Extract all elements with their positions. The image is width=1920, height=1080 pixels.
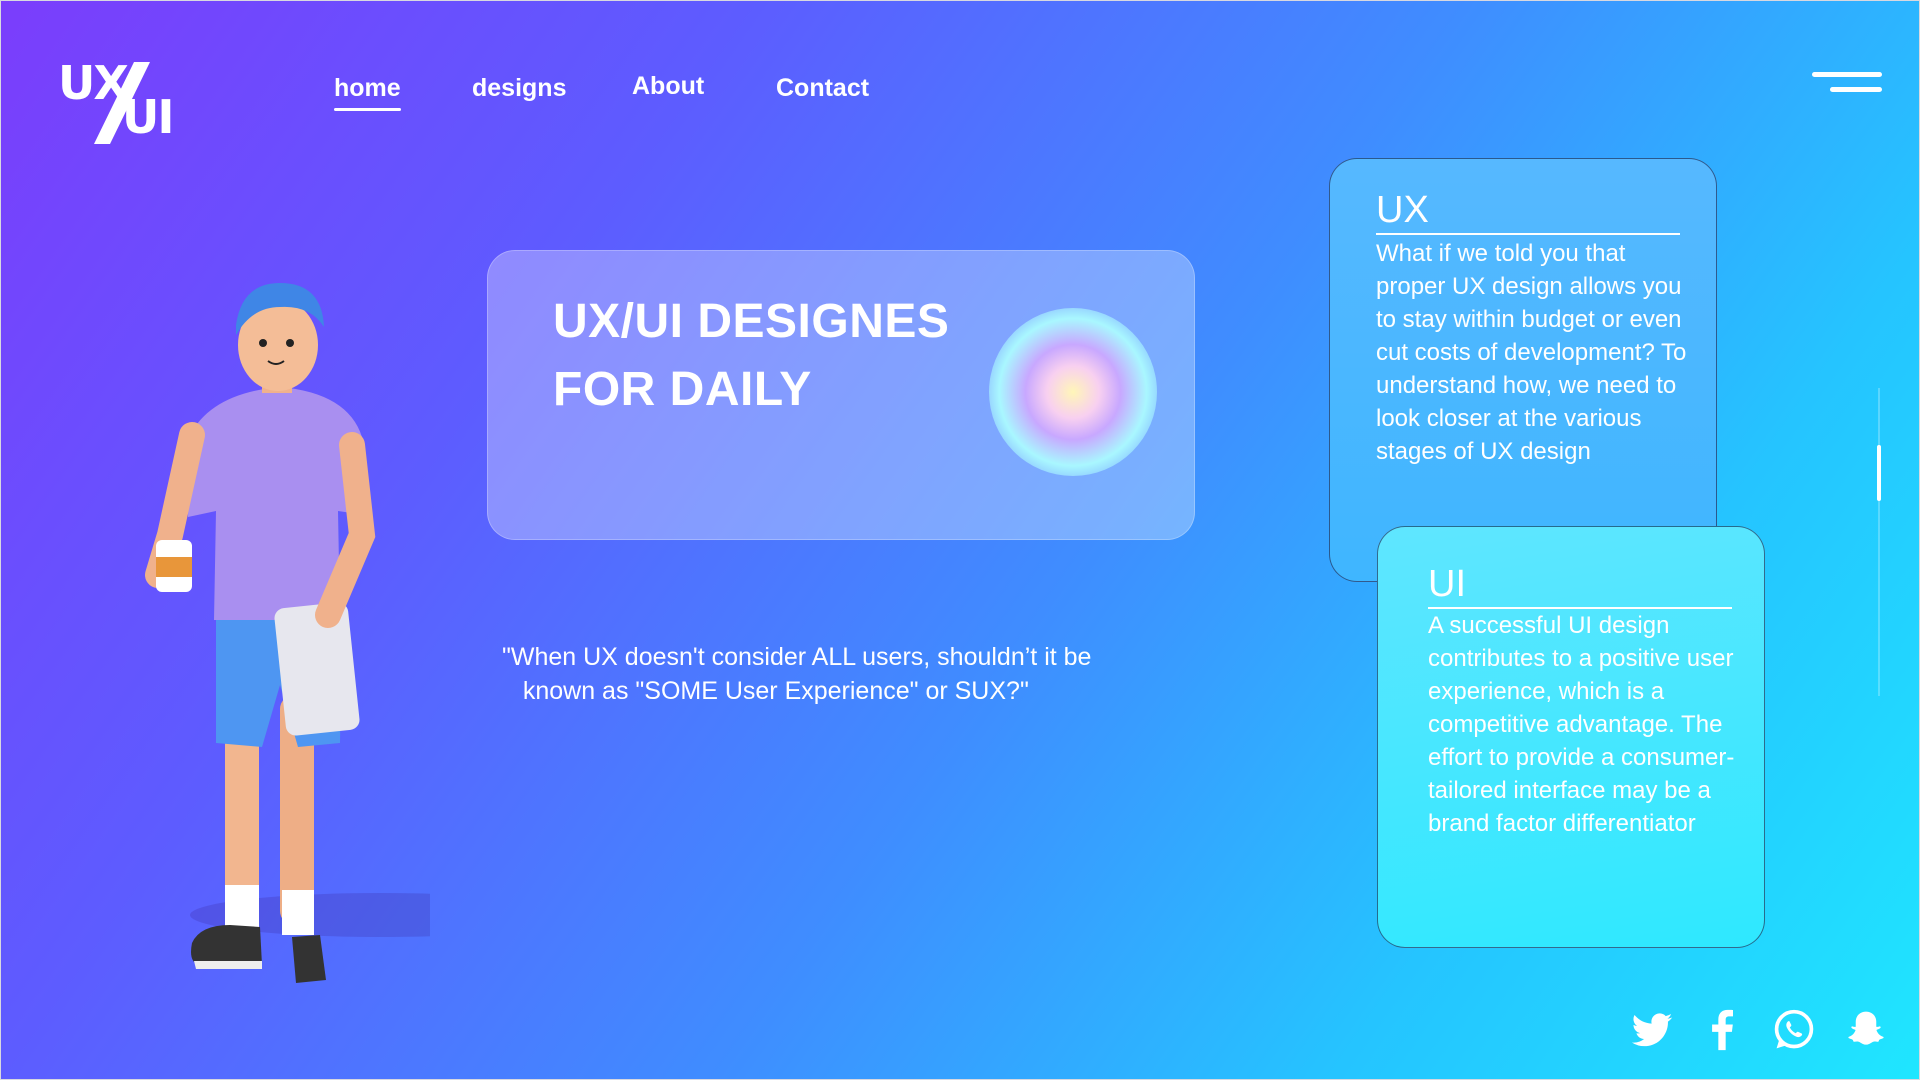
whatsapp-icon[interactable] (1772, 1008, 1816, 1052)
logo[interactable]: UX UI (56, 56, 176, 146)
nav-home[interactable]: home (334, 74, 401, 111)
twitter-icon[interactable] (1630, 1008, 1674, 1052)
hamburger-line (1812, 72, 1882, 77)
facebook-icon[interactable] (1700, 1008, 1744, 1052)
ui-card-body: A successful UI design contributes to a … (1428, 612, 1735, 837)
hero-card: UX/UI DESIGNES FOR DAILY (487, 250, 1195, 540)
hero-title-line2: FOR DAILY (553, 363, 812, 416)
ux-card: UX What if we told you that proper UX de… (1329, 158, 1717, 582)
ui-card: UI A successful UI design contributes to… (1377, 526, 1765, 948)
nav-about[interactable]: About (632, 72, 704, 101)
logo-text-ui: UI (122, 90, 174, 144)
ux-card-divider (1376, 233, 1680, 235)
snapchat-icon[interactable] (1844, 1008, 1888, 1052)
scrollbar-track[interactable] (1878, 388, 1880, 696)
ux-card-body: What if we told you that proper UX desig… (1376, 240, 1687, 465)
hero-title: UX/UI DESIGNES FOR DAILY (553, 288, 949, 424)
hamburger-line (1830, 87, 1882, 92)
glow-orb (989, 308, 1157, 476)
scrollbar-thumb[interactable] (1877, 445, 1881, 501)
hamburger-menu-icon[interactable] (1812, 70, 1882, 100)
ui-card-title: UI (1428, 563, 1466, 605)
hero-title-line1: UX/UI DESIGNES (553, 295, 950, 348)
quote-text: "When UX doesn't consider ALL users, sho… (502, 643, 1092, 705)
character-illustration (145, 283, 430, 983)
ux-card-title: UX (1376, 189, 1429, 231)
nav-designs[interactable]: designs (472, 74, 566, 103)
nav-contact[interactable]: Contact (776, 74, 869, 103)
